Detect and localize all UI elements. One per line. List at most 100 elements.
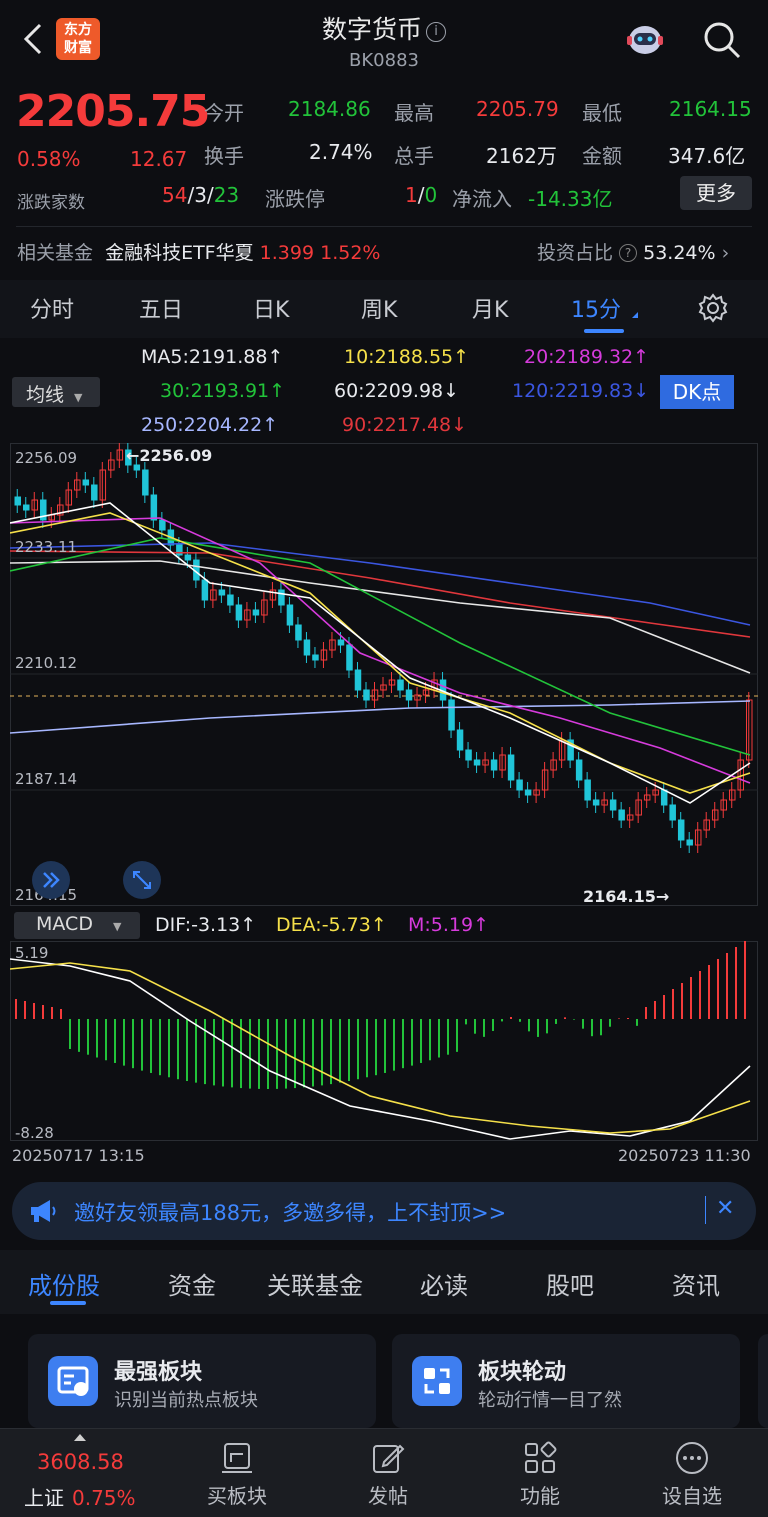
dk-point-button[interactable]: DK点 (660, 375, 734, 409)
tab-five-day[interactable]: 五日 (139, 292, 183, 324)
divider (16, 226, 752, 227)
candle-body (278, 589, 285, 606)
info-icon[interactable]: i (426, 22, 446, 42)
buy-sector-icon[interactable] (219, 1440, 255, 1476)
indicator-select[interactable]: 均线 ▼ (12, 377, 100, 407)
tab-daily-k[interactable]: 日K (253, 292, 289, 324)
open-label: 今开 (204, 101, 244, 125)
y-axis-label: 2233.11 (15, 538, 78, 556)
up-arrow-icon: ↑ (473, 914, 490, 936)
tab-related-funds[interactable]: 关联基金 (267, 1266, 363, 1301)
current-price: 2205.75 (16, 86, 210, 137)
macd-select[interactable]: MACD ▼ (14, 912, 140, 939)
candle-body (465, 749, 472, 761)
tab-monthly-k[interactable]: 月K (472, 292, 508, 324)
candle-body (516, 779, 523, 791)
ma10-value: 10:2188.55↑ (344, 346, 469, 368)
chart-board-icon (48, 1356, 98, 1406)
nav-post[interactable]: 发帖 (338, 1480, 438, 1509)
candle-body (337, 639, 345, 646)
banner-divider (705, 1196, 706, 1224)
candle-body (473, 759, 481, 766)
candle-body (507, 754, 515, 781)
limit-up: 1 (405, 183, 418, 207)
candle-body (669, 804, 676, 821)
candle-body (448, 699, 455, 731)
fund-price: 1.399 (259, 242, 315, 264)
up-arrow-icon: ↑ (269, 380, 286, 402)
down-arrow-icon: ↓ (451, 414, 468, 436)
breadth-values: 54/3/23 (162, 183, 239, 207)
candle-body (363, 689, 370, 701)
tab-must-read[interactable]: 必读 (420, 1266, 468, 1301)
macd-select-label: MACD (36, 913, 93, 935)
netflow-label: 净流入 (452, 187, 512, 211)
features-grid-icon[interactable] (522, 1440, 558, 1476)
candle-body (295, 624, 302, 641)
macd-chart-svg (10, 941, 751, 1140)
up-arrow-icon: ↑ (267, 346, 284, 368)
tab-15min[interactable]: 15分 (571, 292, 621, 324)
expand-panel-icon[interactable] (32, 861, 70, 899)
expand-up-icon[interactable] (74, 1434, 86, 1441)
ma30-value: 30:2193.91↑ (160, 380, 285, 402)
y-axis-label: 2187.14 (15, 770, 78, 788)
low-marker: 2164.15→ (583, 887, 670, 906)
tab-news[interactable]: 资讯 (672, 1266, 720, 1301)
up-arrow-icon: ↑ (453, 346, 470, 368)
candle-body (686, 839, 693, 846)
candle-body (286, 604, 294, 626)
close-icon[interactable]: ✕ (716, 1196, 734, 1221)
tab-constituents[interactable]: 成份股 (28, 1266, 100, 1301)
candle-body (159, 519, 166, 531)
settings-gear-icon[interactable] (698, 293, 728, 327)
candle-body (133, 464, 141, 471)
amount-value: 347.6亿 (668, 144, 746, 168)
ma90-value: 90:2217.48↓ (342, 414, 467, 436)
tab-intraday[interactable]: 分时 (30, 292, 74, 324)
more-button[interactable]: 更多 (680, 176, 752, 210)
assistant-robot-icon[interactable] (624, 20, 666, 60)
ma120-text: 120:2219.83 (512, 380, 634, 402)
more-dots-icon[interactable] (674, 1440, 710, 1476)
m-text: M:5.19 (408, 914, 474, 936)
dk-label: DK点 (672, 380, 722, 404)
limit-values: 1/0 (405, 183, 437, 207)
ma5-value: MA5:2191.88↑ (141, 346, 283, 368)
index-ticker[interactable]: 上证 0.75% (24, 1482, 136, 1511)
dif-value: DIF:-3.13↑ (155, 914, 256, 936)
ratio-value: 53.24% (643, 242, 716, 264)
turnover-label: 换手 (204, 144, 244, 168)
netflow-value: -14.33亿 (528, 187, 613, 211)
dea-value: DEA:-5.73↑ (276, 914, 387, 936)
nav-features[interactable]: 功能 (490, 1480, 590, 1509)
volume-label: 总手 (394, 144, 434, 168)
chevron-right-icon: › (721, 242, 730, 264)
candle-body (524, 789, 532, 796)
macd-top-label: 5.19 (15, 944, 49, 962)
tab-funds-flow[interactable]: 资金 (168, 1266, 216, 1301)
candle-body (184, 554, 192, 561)
index-value[interactable]: 3608.58 (37, 1450, 124, 1474)
tab-weekly-k[interactable]: 周K (361, 292, 397, 324)
ma60-text: 60:2209.98 (334, 380, 444, 402)
ma60-value: 60:2209.98↓ (334, 380, 459, 402)
nav-buy-sector[interactable]: 买板块 (187, 1480, 287, 1509)
fullscreen-icon[interactable] (123, 861, 161, 899)
ma30-text: 30:2193.91 (160, 380, 270, 402)
search-icon[interactable] (702, 20, 742, 60)
candle-body (91, 484, 98, 501)
nav-add-watchlist[interactable]: 设自选 (642, 1480, 742, 1509)
investment-ratio[interactable]: 投资占比 ? 53.24% › (537, 238, 729, 265)
index-pct: 0.75% (72, 1486, 136, 1510)
tab-forum[interactable]: 股吧 (546, 1266, 594, 1301)
limit-label: 涨跌停 (265, 187, 325, 211)
candle-body (490, 759, 498, 771)
high-label: 最高 (394, 101, 434, 125)
related-fund-row[interactable]: 相关基金 金融科技ETF华夏 1.399 1.52% (17, 238, 380, 265)
breadth-flat: 3 (194, 183, 207, 207)
help-icon[interactable]: ? (619, 244, 638, 262)
ma5-text: MA5:2191.88 (141, 346, 268, 368)
candle-body (397, 679, 404, 691)
compose-post-icon[interactable] (370, 1440, 406, 1476)
